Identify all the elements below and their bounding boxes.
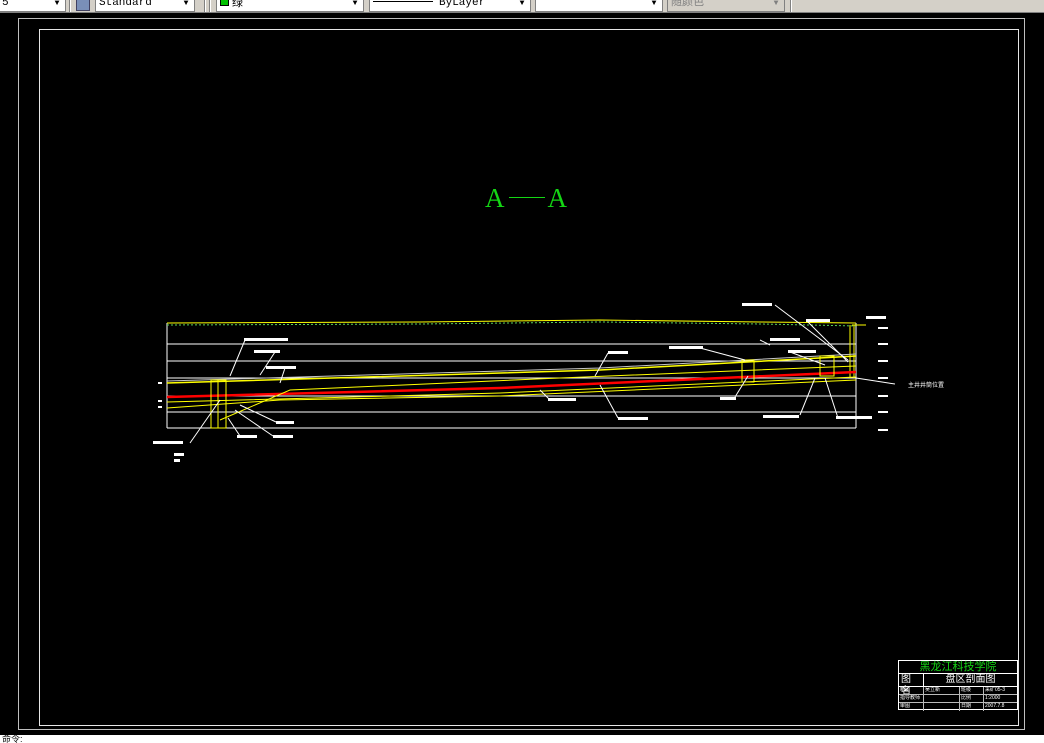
tb-cell: 班级: [959, 687, 983, 695]
drawing-name-row: 图名 盘区剖面图: [899, 674, 1017, 697]
tb-cell: 2007.7.8: [983, 703, 1017, 711]
cross-section-profile: 主井井筒位置: [153, 303, 944, 462]
tb-cell: [923, 703, 959, 711]
elevation-ticks: [878, 327, 888, 431]
title-block: 黑龙江科技学院 图名 盘区剖面图 制图 吴立新 班级 采矿05-3 指导教师 比…: [898, 660, 1018, 711]
callout-labels: [153, 303, 886, 462]
tb-cell: 比例: [959, 695, 983, 703]
main-shaft: [849, 324, 866, 378]
drawing-name-value: 盘区剖面图: [923, 674, 1017, 687]
title-block-row: 指导教师 比例 1:2000: [899, 695, 1017, 703]
title-block-grid: 制图 吴立新 班级 采矿05-3 指导教师 比例 1:2000 审图 日期 20…: [899, 687, 1017, 711]
tb-cell: [923, 695, 959, 703]
title-block-row: 制图 吴立新 班级 采矿05-3: [899, 687, 1017, 695]
tb-cell: 采矿05-3: [983, 687, 1017, 695]
tb-cell: 审图: [900, 703, 911, 709]
tb-cell: 吴立新: [923, 687, 959, 695]
annotation-shaft-position: 主井井筒位置: [908, 381, 944, 389]
title-block-row: 审图 日期 2007.7.8: [899, 703, 1017, 711]
command-prompt: 命令:: [2, 735, 23, 743]
command-line[interactable]: 命令:: [0, 735, 1044, 743]
tb-cell: 制图: [900, 687, 911, 693]
tb-cell: 1:2000: [983, 695, 1017, 703]
school-name: 黑龙江科技学院: [899, 661, 1017, 674]
tb-cell: 指导教师: [900, 695, 921, 701]
tb-cell: 日期: [959, 703, 983, 711]
